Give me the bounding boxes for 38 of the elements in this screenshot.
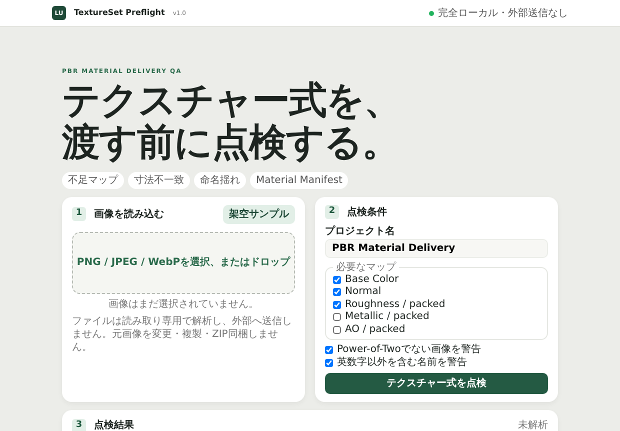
card-title: 画像を読み込む xyxy=(94,208,164,222)
checkbox-label: AO / packed xyxy=(345,324,406,336)
step-number: 3 xyxy=(72,418,86,431)
field-label: プロジェクト名 xyxy=(325,224,396,239)
group-legend: 必要なマップ xyxy=(333,262,399,274)
checkbox[interactable] xyxy=(325,358,333,367)
checkbox-label: Power-of-Twoでない画像を警告 xyxy=(337,344,481,356)
sample-button[interactable]: 架空サンプル xyxy=(223,204,295,224)
feature-tag: 寸法不一致 xyxy=(128,172,190,189)
status-text: 完全ローカル・外部送信なし xyxy=(438,6,568,20)
feature-tag: 命名揺れ xyxy=(194,172,246,189)
checkbox-label: 英数字以外を含む名前を警告 xyxy=(337,356,467,370)
checkbox-label: Base Color xyxy=(345,274,399,286)
result-status-text: 未解析 xyxy=(518,419,548,431)
file-dropzone[interactable]: PNG / JPEG / WebPを選択、またはドロップ xyxy=(72,232,295,294)
hero-title-line: テクスチャー式を、 xyxy=(62,80,401,122)
step-number: 1 xyxy=(72,207,86,222)
run-check-button[interactable]: テクスチャー式を点検 xyxy=(325,373,548,394)
checkbox-label: Roughness / packed xyxy=(345,298,446,311)
checkbox[interactable] xyxy=(333,300,341,309)
status-dot-icon xyxy=(429,10,434,16)
checkbox-label: Metallic / packed xyxy=(345,311,430,324)
upload-status-text: 画像はまだ選択されていません。 xyxy=(108,298,260,311)
checkbox-label: Normal xyxy=(345,286,382,299)
card-title: 点検条件 xyxy=(347,206,387,220)
card-title: 点検結果 xyxy=(94,418,134,431)
app-name: TextureSet Preflight xyxy=(74,7,165,19)
hero-title-line: 渡す前に点検する。 xyxy=(62,122,399,164)
project-name-field[interactable]: PBR Material Delivery xyxy=(325,238,548,258)
feature-tag: 不足マップ xyxy=(62,172,124,189)
privacy-note: ファイルは読み取り専用で解析し、外部へ送信しません。元画像を変更・複製・ZIP同梱しません。 xyxy=(72,314,293,354)
checkbox[interactable] xyxy=(333,276,341,284)
feature-tag: Material Manifest xyxy=(250,172,348,189)
checkbox[interactable] xyxy=(333,313,341,322)
checkbox[interactable] xyxy=(333,326,341,334)
step-number: 2 xyxy=(325,205,339,220)
checkbox[interactable] xyxy=(325,346,333,354)
checkbox[interactable] xyxy=(333,288,341,296)
